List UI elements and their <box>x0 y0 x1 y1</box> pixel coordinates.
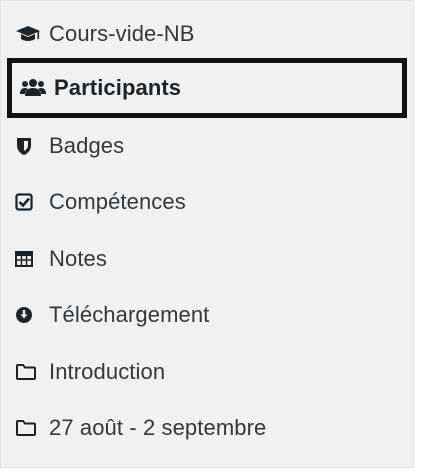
nav-item-introduction[interactable]: Introduction <box>15 349 165 395</box>
course-navigation-panel: Cours-vide-NB Participants Badges Compét… <box>0 0 414 468</box>
nav-item-label: Téléchargement <box>49 302 210 327</box>
nav-item-telechargement[interactable]: Téléchargement <box>15 292 209 338</box>
checkbox-icon <box>15 190 49 214</box>
download-circle-icon <box>15 303 49 327</box>
nav-item-badges[interactable]: Badges <box>15 123 124 169</box>
nav-item-label: Introduction <box>49 359 166 384</box>
nav-item-label: Notes <box>49 246 107 271</box>
nav-item-label: Cours-vide-NB <box>49 21 195 46</box>
graduation-cap-icon <box>15 22 49 46</box>
shield-icon <box>15 134 49 158</box>
nav-item-label: Participants <box>54 75 182 100</box>
nav-item-section-week[interactable]: 27 août - 2 septembre <box>15 405 266 451</box>
users-icon <box>20 76 54 100</box>
folder-icon <box>15 360 49 384</box>
nav-item-participants[interactable]: Participants <box>7 58 407 118</box>
nav-item-label: 27 août - 2 septembre <box>49 415 267 440</box>
nav-item-competences[interactable]: Compétences <box>15 179 186 225</box>
nav-item-notes[interactable]: Notes <box>15 236 107 282</box>
nav-item-label: Compétences <box>49 189 186 214</box>
nav-item-label: Badges <box>49 133 125 158</box>
nav-item-course-home[interactable]: Cours-vide-NB <box>15 11 195 57</box>
folder-icon <box>15 416 49 440</box>
table-icon <box>15 247 49 271</box>
